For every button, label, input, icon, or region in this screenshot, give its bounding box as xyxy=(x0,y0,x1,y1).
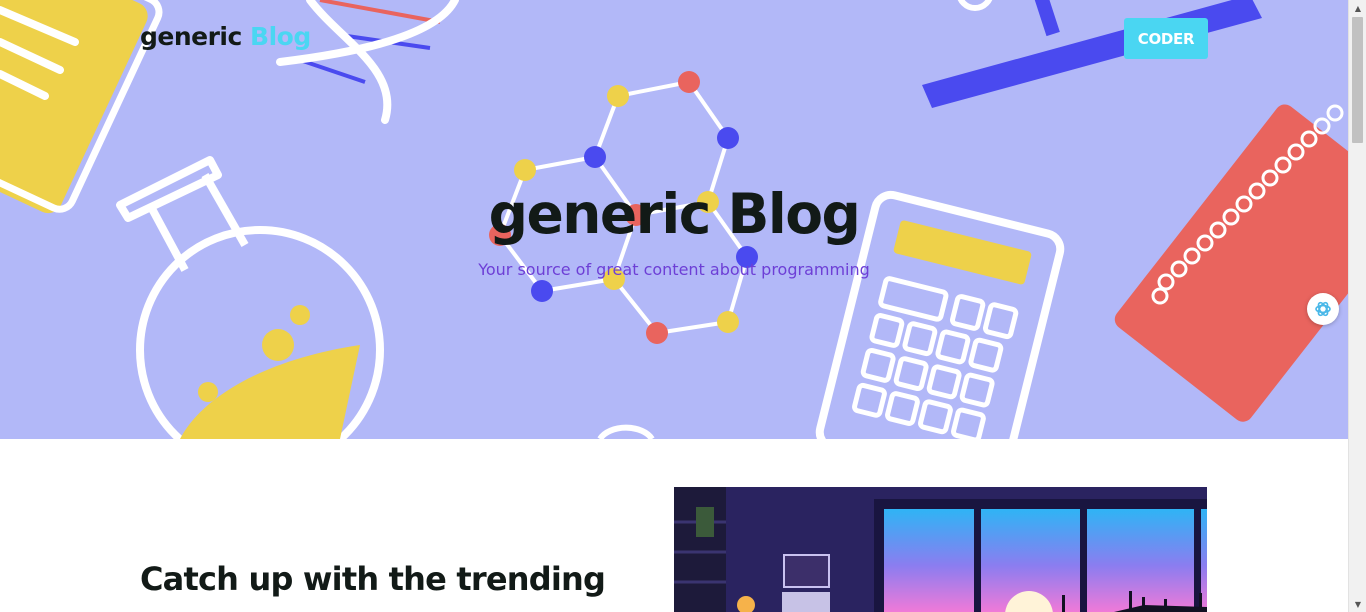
site-logo[interactable]: generic Blog xyxy=(140,22,311,51)
hero-subtitle: Your source of great content about progr… xyxy=(478,260,870,279)
assistant-button[interactable] xyxy=(1307,293,1339,325)
featured-post-image[interactable] xyxy=(674,487,1207,612)
ruler-illustration xyxy=(922,0,1262,108)
scroll-up-arrow-icon[interactable]: ▲ xyxy=(1349,0,1366,16)
arc-decoration xyxy=(597,424,655,439)
section-title: Catch up with the trending xyxy=(140,560,606,598)
scroll-down-arrow-icon[interactable]: ▼ xyxy=(1349,596,1366,612)
coder-button[interactable]: CODER xyxy=(1124,18,1208,59)
hero-title: generic Blog xyxy=(488,182,861,246)
page-scrollbar[interactable]: ▲ ▼ xyxy=(1348,0,1366,612)
logo-text-main: generic xyxy=(140,22,242,51)
scrollbar-thumb[interactable] xyxy=(1352,17,1363,143)
assistant-swirl-icon xyxy=(1315,301,1331,317)
logo-text-accent: Blog xyxy=(250,22,311,51)
room-illustration xyxy=(674,487,1207,612)
dna-illustration xyxy=(276,0,459,124)
hero-banner: generic Blog CODER generic Blog Your sou… xyxy=(0,0,1348,439)
